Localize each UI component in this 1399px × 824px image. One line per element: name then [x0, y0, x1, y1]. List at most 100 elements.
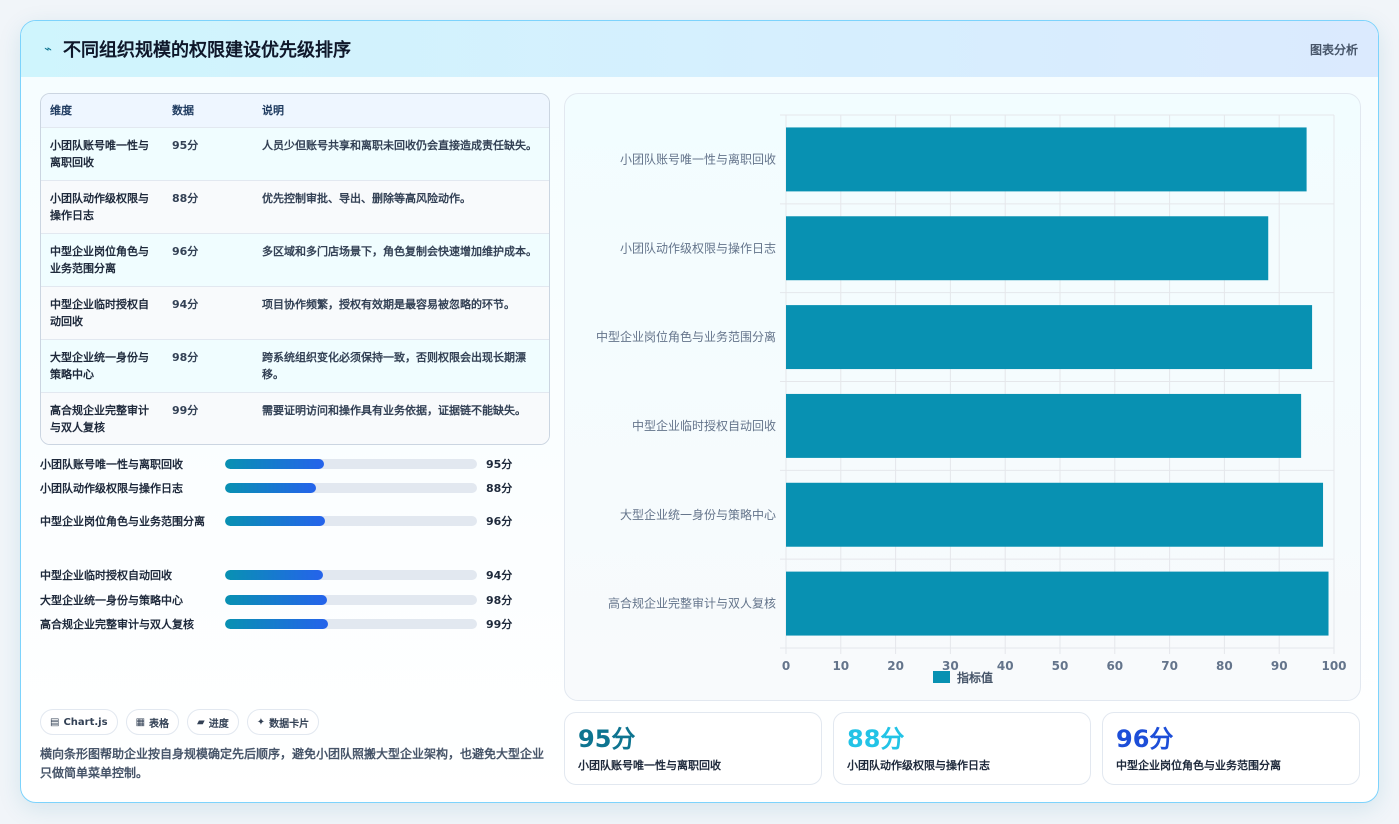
progress-label: 小团队动作级权限与操作日志 [40, 481, 183, 495]
description-note: 横向条形图帮助企业按自身规模确定先后顺序，避免小团队照搬大型企业架构，也避免大型… [40, 747, 545, 780]
chip-label: 进度 [208, 718, 229, 730]
cell-desc: 优先控制审批、导出、删除等高风险动作。 [262, 191, 471, 205]
table-header-row: 维度 数据 说明 [41, 94, 549, 127]
stat-card: 96分 中型企业岗位角色与业务范围分离 [1102, 712, 1360, 785]
progress-track [225, 570, 477, 580]
progress-track [225, 459, 477, 469]
chip-label: Chart.js [63, 716, 108, 728]
x-tick-label: 10 [832, 659, 849, 673]
progress-value: 98分 [486, 594, 513, 607]
legend-swatch [933, 671, 950, 683]
chart-svg: 0 10 20 30 40 50 60 70 80 90 100小团队账号唯一性与离职回收小团队动作… [596, 114, 1347, 685]
cell-desc: 多区域和多门店场景下，角色复制会快速增加维护成本。 [262, 244, 537, 258]
bar [786, 216, 1269, 281]
progress-row: 小团队动作级权限与操作日志 88分 [40, 479, 550, 497]
cell-desc: 人员少但账号共享和离职未回收仍会直接造成责任缺失。 [262, 138, 537, 152]
table-icon: ▦ [135, 716, 146, 728]
chart-icon: ▤ [50, 716, 60, 728]
progress-label: 小团队账号唯一性与离职回收 [40, 457, 183, 471]
chip-chartjs[interactable]: ▤ Chart.js [40, 709, 118, 735]
chip-progress[interactable]: ▰ 进度 [187, 709, 239, 735]
progress-row: 小团队账号唯一性与离职回收 95分 [40, 455, 550, 473]
bar [786, 571, 1329, 636]
progress-track [225, 516, 477, 526]
progress-icon: ▰ [197, 716, 205, 728]
x-tick-label: 50 [1052, 659, 1069, 673]
bar-chart: 0 10 20 30 40 50 60 70 80 90 100 小团队账号唯一性与离职回收 小团队动作… [564, 93, 1361, 701]
cell-name: 中型企业岗位角色与业务范围分离 [50, 244, 149, 275]
table-row: 小团队账号唯一性与离职回收 95分 人员少但账号共享和离职未回收仍会直接造成责任… [41, 127, 549, 180]
x-tick-label: 100 [1321, 659, 1346, 673]
cell-name: 小团队动作级权限与操作日志 [50, 191, 149, 222]
stat-label: 小团队动作级权限与操作日志 [847, 759, 990, 772]
cell-value: 94分 [172, 297, 199, 311]
cell-name: 高合规企业完整审计与双人复核 [50, 403, 149, 434]
header: ⌁ 不同组织规模的权限建设优先级排序 图表分析 [21, 21, 1378, 77]
table-row: 高合规企业完整审计与双人复核 99分 需要证明访问和操作具有业务依据，证据链不能… [41, 392, 549, 444]
progress-value: 95分 [486, 458, 513, 471]
stat-label: 小团队账号唯一性与离职回收 [578, 759, 721, 772]
x-tick-label: 80 [1216, 659, 1233, 673]
progress-label: 高合规企业完整审计与双人复核 [40, 617, 194, 631]
progress-fill [225, 483, 317, 493]
chart-icon: ⌁ [44, 41, 52, 57]
progress-label: 中型企业临时授权自动回收 [40, 568, 172, 582]
data-table: 维度 数据 说明 小团队账号唯一性与离职回收 95分 人员少但账号共享和离职未回… [40, 93, 550, 445]
y-tick-label: 高合规企业完整审计与双人复核 [608, 596, 776, 611]
table-row: 大型企业统一身份与策略中心 98分 跨系统组织变化必须保持一致，否则权限会出现长… [41, 339, 549, 392]
x-tick-label: 40 [997, 659, 1014, 673]
progress-value: 99分 [486, 618, 513, 631]
bar [786, 127, 1307, 192]
progress-track [225, 595, 477, 605]
progress-label: 大型企业统一身份与策略中心 [40, 593, 183, 607]
cell-desc: 跨系统组织变化必须保持一致，否则权限会出现长期漂移。 [262, 350, 526, 381]
progress-fill [225, 595, 327, 605]
col-header-desc: 说明 [262, 104, 284, 118]
progress-fill [225, 570, 323, 580]
stat-card: 95分 小团队账号唯一性与离职回收 [564, 712, 822, 785]
cell-desc: 需要证明访问和操作具有业务依据，证据链不能缺失。 [262, 403, 526, 417]
progress-fill [225, 459, 324, 469]
progress-row: 中型企业临时授权自动回收 94分 [40, 566, 550, 584]
progress-label: 中型企业岗位角色与业务范围分离 [40, 514, 205, 528]
cell-name: 中型企业临时授权自动回收 [50, 297, 149, 328]
cell-desc: 项目协作频繁，授权有效期是最容易被忽略的环节。 [262, 297, 515, 311]
cell-name: 大型企业统一身份与策略中心 [50, 350, 149, 381]
page-title: 不同组织规模的权限建设优先级排序 [63, 40, 351, 61]
main-card: ⌁ 不同组织规模的权限建设优先级排序 图表分析 维度 数据 说明 小团队账号唯一… [20, 20, 1379, 803]
chip-label: 表格 [149, 718, 170, 730]
col-header-dimension: 维度 [50, 104, 72, 118]
chip-table[interactable]: ▦ 表格 [125, 709, 180, 735]
progress-row: 高合规企业完整审计与双人复核 99分 [40, 615, 550, 633]
bar [786, 305, 1313, 370]
stat-value: 88分 [847, 725, 905, 753]
y-tick-label: 大型企业统一身份与策略中心 [620, 507, 776, 522]
bar [786, 482, 1324, 547]
cell-value: 96分 [172, 244, 199, 258]
x-tick-label: 20 [887, 659, 904, 673]
table-row: 中型企业临时授权自动回收 94分 项目协作频繁，授权有效期是最容易被忽略的环节。 [41, 286, 549, 339]
x-tick-label: 0 [782, 659, 790, 673]
stat-value: 95分 [578, 725, 636, 753]
cell-value: 95分 [172, 138, 199, 152]
y-tick-label: 中型企业岗位角色与业务范围分离 [596, 329, 776, 344]
progress-fill [225, 516, 325, 526]
progress-fill [225, 619, 328, 629]
x-tick-label: 90 [1271, 659, 1288, 673]
progress-value: 96分 [486, 515, 513, 528]
cell-name: 小团队账号唯一性与离职回收 [50, 138, 149, 169]
chip-label: 数据卡片 [269, 718, 310, 730]
bar [786, 393, 1302, 458]
cell-value: 88分 [172, 191, 199, 205]
y-tick-label: 中型企业临时授权自动回收 [632, 418, 776, 433]
col-header-data: 数据 [172, 104, 194, 118]
progress-value: 94分 [486, 569, 513, 582]
progress-row: 大型企业统一身份与策略中心 98分 [40, 591, 550, 609]
x-tick-label: 70 [1161, 659, 1178, 673]
stat-value: 96分 [1116, 725, 1174, 753]
stat-card: 88分 小团队动作级权限与操作日志 [833, 712, 1091, 785]
header-tag: 图表分析 [1309, 42, 1358, 57]
chip-data-card[interactable]: ✦ 数据卡片 [246, 709, 320, 735]
progress-track [225, 619, 477, 629]
sparkle-icon: ✦ [256, 716, 266, 728]
